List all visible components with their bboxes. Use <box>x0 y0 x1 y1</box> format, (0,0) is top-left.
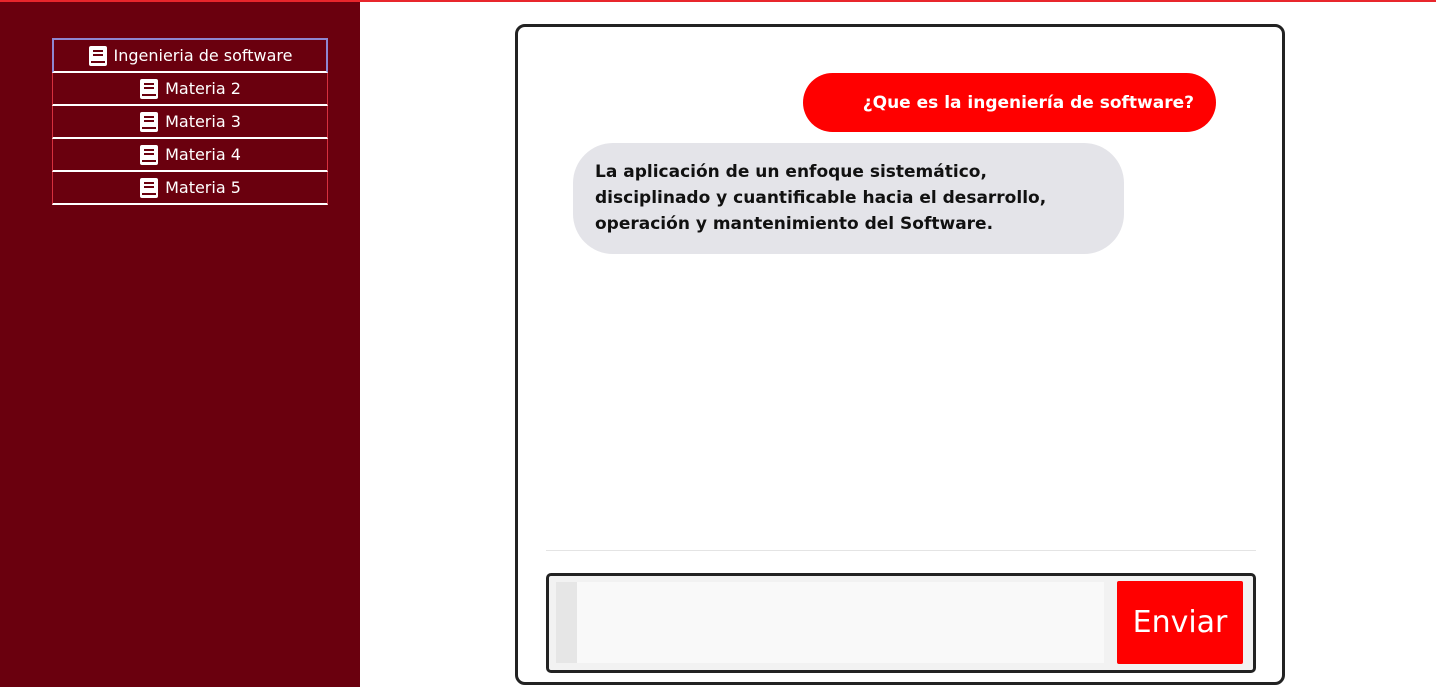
sidebar-item-label: Materia 2 <box>165 79 241 98</box>
sidebar-item-label: Ingenieria de software <box>113 46 293 65</box>
input-gutter <box>556 582 577 663</box>
divider <box>546 550 1256 551</box>
sidebar-item-materia-5[interactable]: Materia 5 <box>52 172 328 205</box>
sidebar-item-label: Materia 5 <box>165 178 241 197</box>
book-icon <box>140 78 159 99</box>
sidebar-item-label: Materia 4 <box>165 145 241 164</box>
book-icon <box>88 45 107 66</box>
user-message-text: ¿Que es la ingeniería de software? <box>862 92 1194 113</box>
bot-message-bubble: La aplicación de un enfoque sistemático,… <box>573 143 1124 254</box>
sidebar-item-label: Materia 3 <box>165 112 241 131</box>
sidebar-item-materia-2[interactable]: Materia 2 <box>52 73 328 106</box>
sidebar-item-ingenieria-de-software[interactable]: Ingenieria de software <box>52 38 328 73</box>
book-icon <box>140 177 159 198</box>
bot-message-text: La aplicación de un enfoque sistemático,… <box>595 162 1047 234</box>
message-composer: Enviar <box>546 573 1256 673</box>
send-button[interactable]: Enviar <box>1117 581 1243 664</box>
message-input[interactable] <box>577 582 1104 663</box>
user-message-bubble: ¿Que es la ingeniería de software? <box>802 73 1216 132</box>
book-icon <box>140 144 159 165</box>
sidebar-item-materia-4[interactable]: Materia 4 <box>52 139 328 172</box>
subject-list: Ingenieria de software Materia 2 Materia… <box>52 38 328 205</box>
sidebar: Ingenieria de software Materia 2 Materia… <box>0 2 360 687</box>
chat-window: ¿Que es la ingeniería de software? La ap… <box>515 24 1285 685</box>
book-icon <box>140 111 159 132</box>
sidebar-item-materia-3[interactable]: Materia 3 <box>52 106 328 139</box>
